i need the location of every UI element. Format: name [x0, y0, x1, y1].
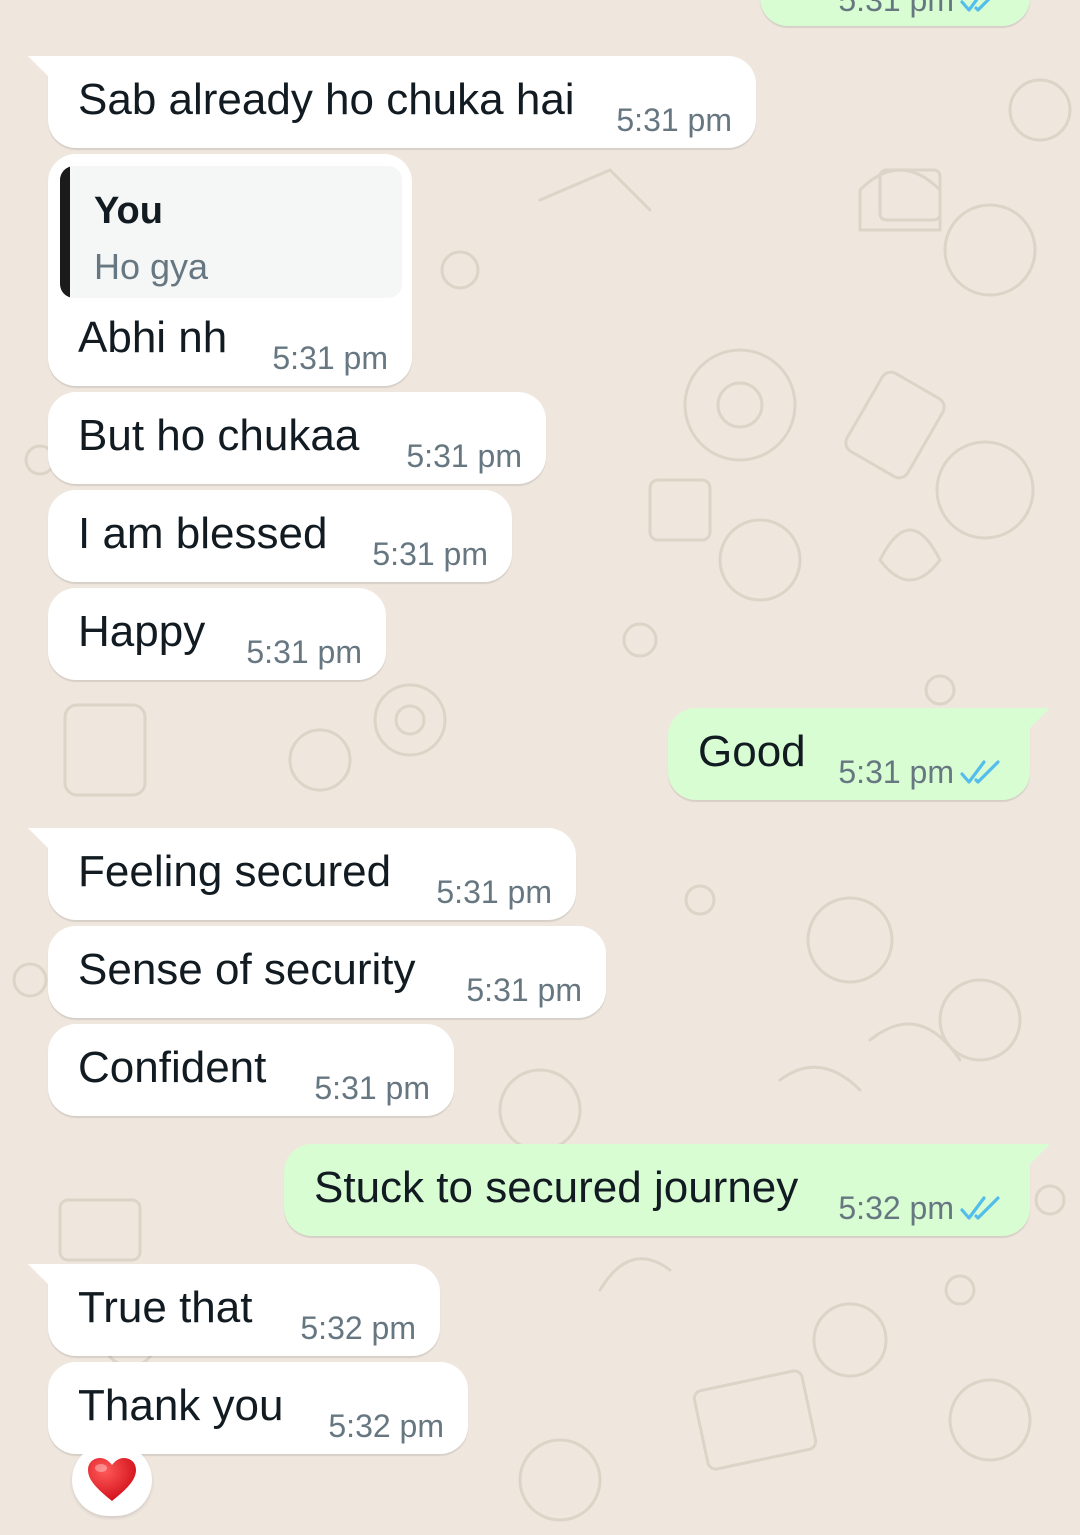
message-bubble-incoming[interactable]: I am blessed 5:31 pm — [48, 490, 512, 582]
quoted-message[interactable]: You Ho gya — [60, 166, 402, 298]
message-bubble-incoming[interactable]: Thank you 5:32 pm — [48, 1362, 468, 1454]
message-bubble-outgoing[interactable]: Good 5:31 pm — [668, 708, 1050, 800]
message-bubble-incoming[interactable]: But ho chukaa 5:31 pm — [48, 392, 546, 484]
heart-emoji-icon — [88, 1458, 136, 1501]
message-time: 5:31 pm — [466, 972, 582, 1008]
bubble-tail — [28, 56, 50, 78]
bubble-tail — [28, 828, 50, 850]
message-bubble-outgoing-partial[interactable]: 5:31 pm — [760, 0, 1030, 26]
message-time: 5:31 pm — [616, 102, 732, 138]
message-time: 5:31 pm — [372, 536, 488, 572]
message-bubble-incoming[interactable]: Sense of security 5:31 pm — [48, 926, 606, 1018]
message-text: Feeling secured — [78, 847, 392, 896]
message-text: Stuck to secured journey — [314, 1163, 799, 1212]
double-check-read-icon — [960, 1196, 1000, 1220]
bubble-tail — [1028, 1144, 1050, 1166]
message-time: 5:31 pm — [246, 634, 362, 670]
message-bubble-outgoing[interactable]: Stuck to secured journey 5:32 pm — [284, 1144, 1050, 1236]
message-text: Good — [698, 727, 806, 776]
message-bubble-incoming[interactable]: True that 5:32 pm — [28, 1264, 440, 1356]
bubble-tail — [28, 1264, 50, 1286]
message-bubble-incoming[interactable]: Sab already ho chuka hai 5:31 pm — [28, 56, 756, 148]
double-check-read-icon — [960, 760, 1000, 784]
message-bubble-incoming[interactable]: Confident 5:31 pm — [48, 1024, 454, 1116]
message-bubble-incoming-reply[interactable]: You Ho gya Abhi nh 5:31 pm — [48, 154, 412, 386]
message-time: 5:31 pm — [838, 0, 954, 18]
message-text: I am blessed — [78, 509, 328, 558]
message-time: 5:31 pm — [406, 438, 522, 474]
bubble-tail — [1028, 708, 1050, 730]
message-text: Sab already ho chuka hai — [78, 75, 575, 124]
message-bubble-incoming[interactable]: Feeling secured 5:31 pm — [28, 828, 576, 920]
message-time: 5:32 pm — [328, 1408, 444, 1444]
message-text: But ho chukaa — [78, 411, 360, 460]
message-text: Confident — [78, 1043, 267, 1092]
message-text: True that — [78, 1283, 253, 1332]
message-time: 5:31 pm — [272, 340, 388, 376]
quote-author: You — [94, 190, 163, 232]
message-time: 5:32 pm — [838, 1190, 954, 1226]
message-time: 5:31 pm — [838, 754, 954, 790]
message-text: Abhi nh — [78, 313, 228, 362]
quote-text: Ho gya — [94, 246, 209, 287]
message-text: Sense of security — [78, 945, 416, 994]
message-bubble-incoming[interactable]: Happy 5:31 pm — [48, 588, 386, 680]
quote-accent-bar — [60, 166, 70, 298]
message-text: Thank you — [78, 1381, 284, 1430]
double-check-read-icon — [960, 0, 991, 12]
message-time: 5:31 pm — [314, 1070, 430, 1106]
message-text: Happy — [78, 607, 206, 656]
message-time: 5:31 pm — [436, 874, 552, 910]
message-time: 5:32 pm — [300, 1310, 416, 1346]
reaction-badge[interactable] — [72, 1444, 152, 1516]
